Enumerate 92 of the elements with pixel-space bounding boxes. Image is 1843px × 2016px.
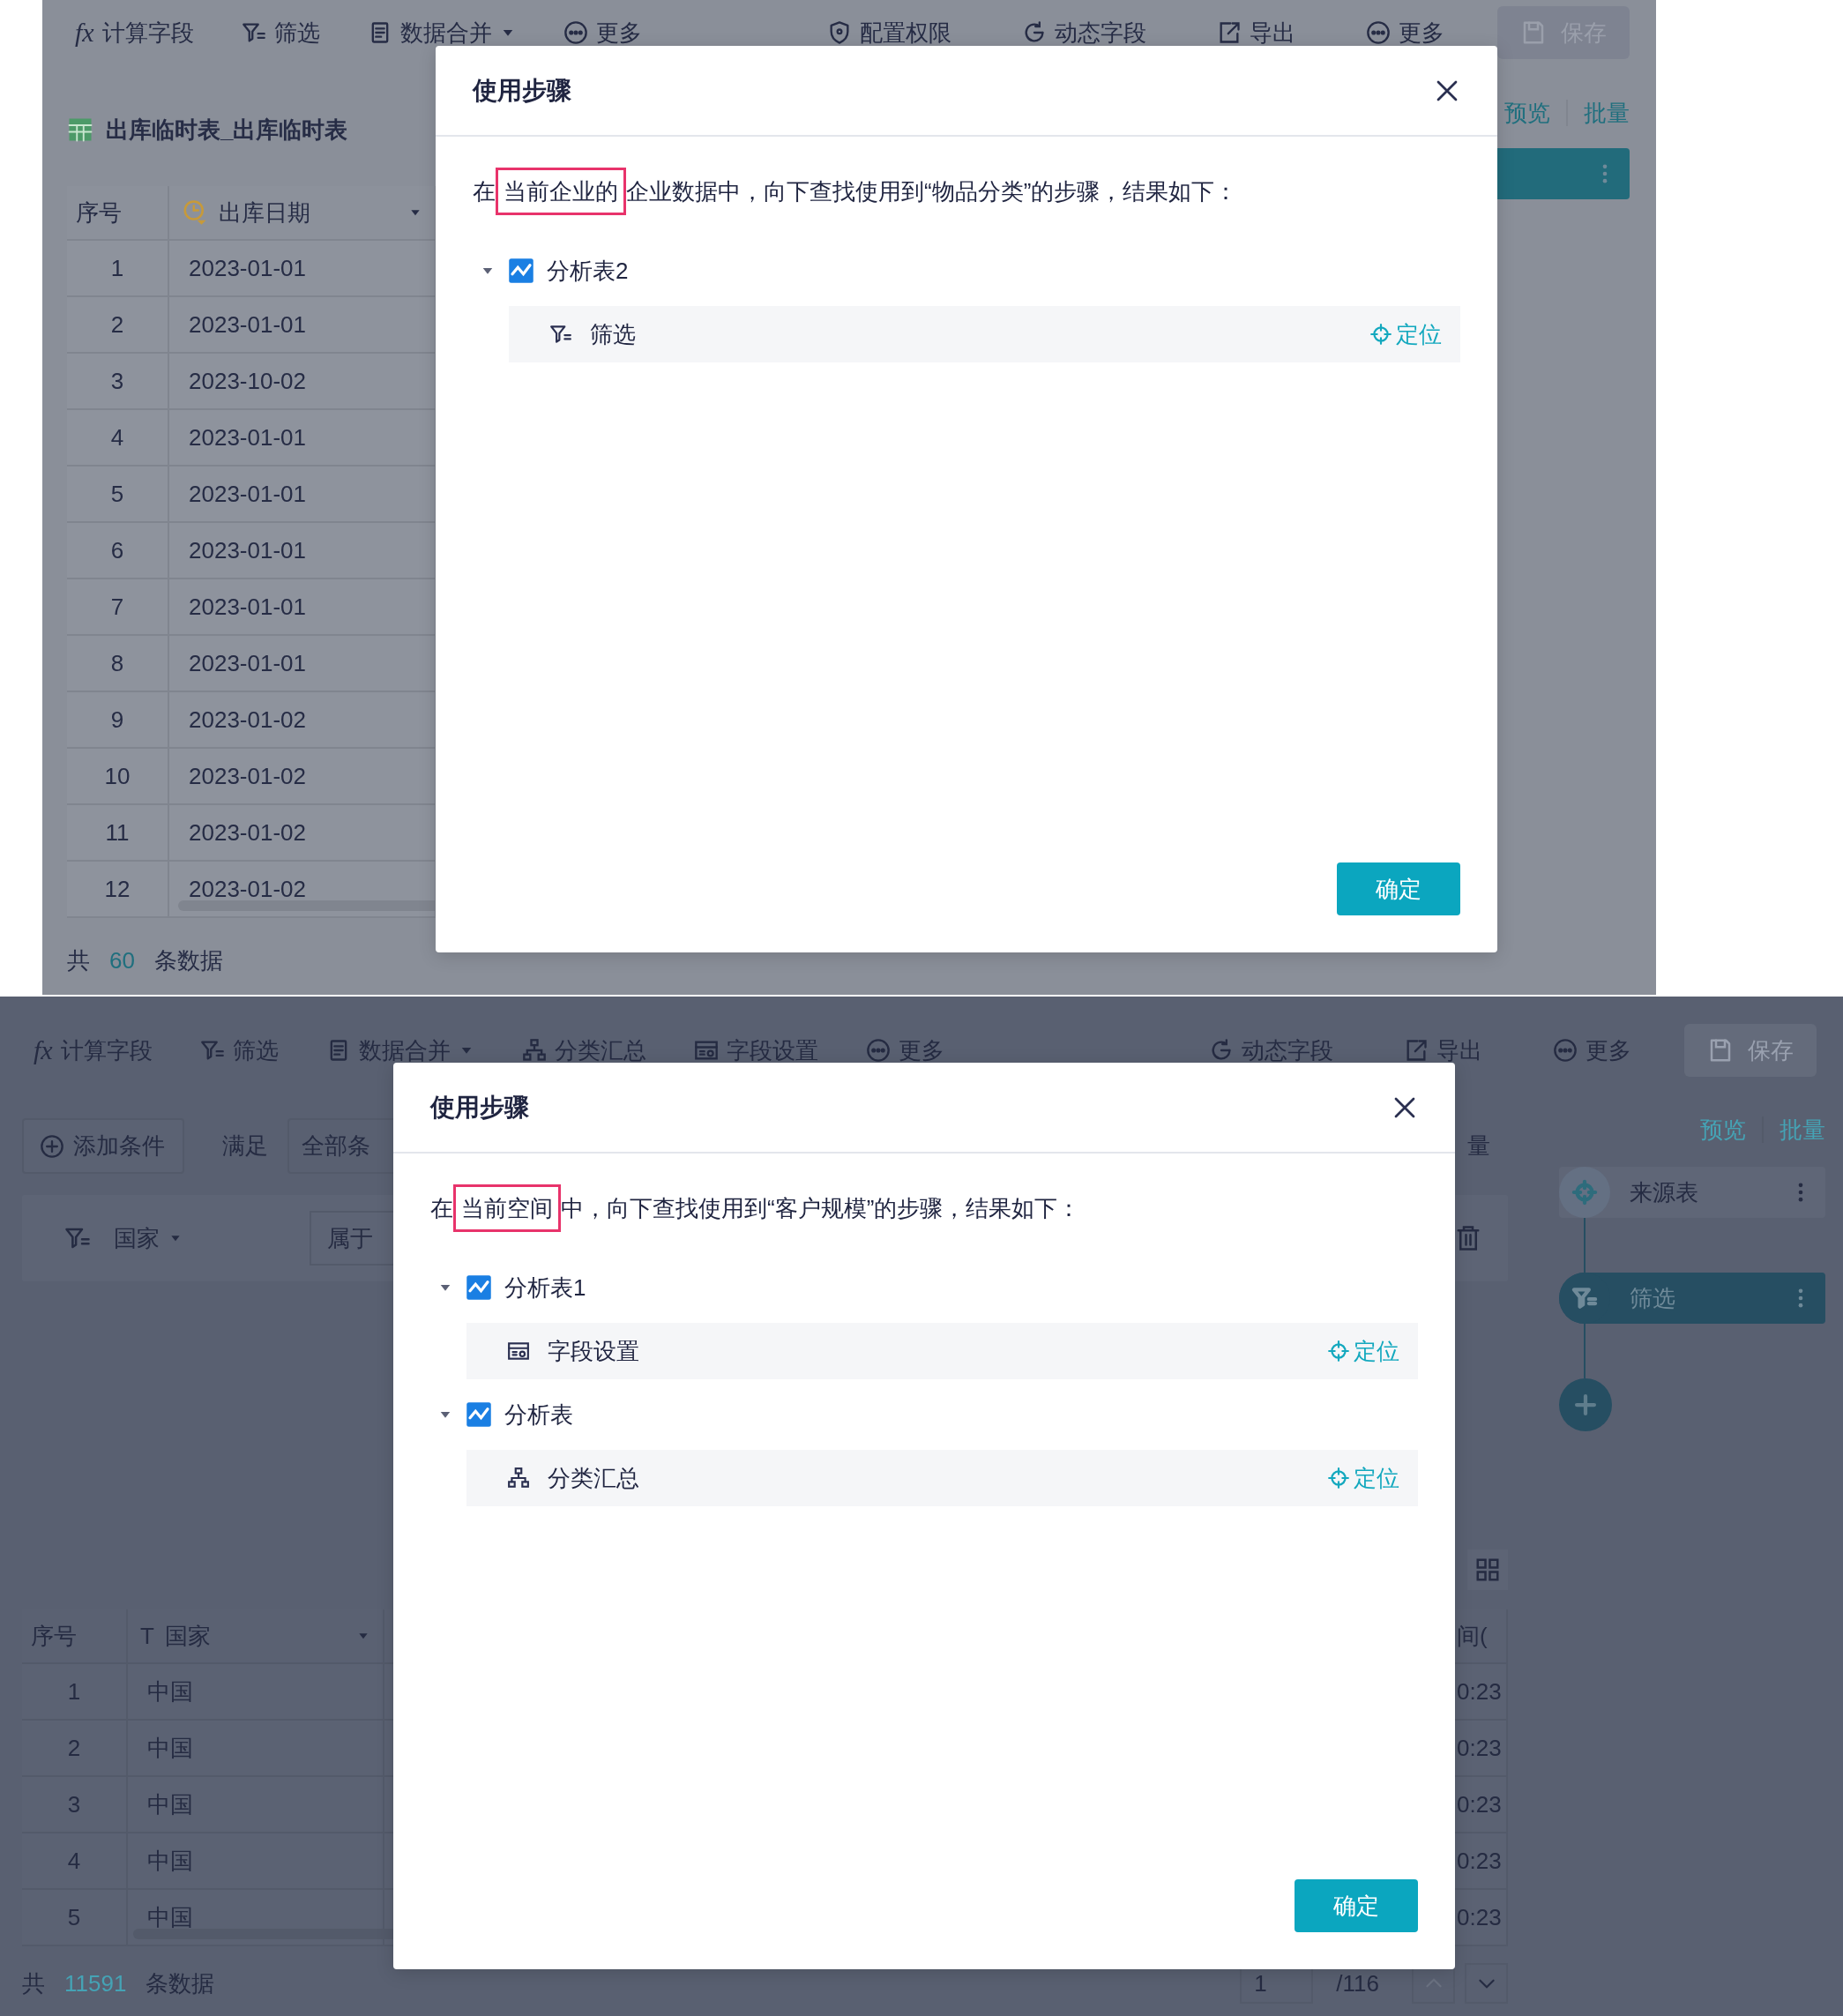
table-cell: 2023-01-02	[169, 692, 436, 749]
dialog-title: 使用步骤	[430, 1092, 529, 1123]
grid-icon	[1474, 1557, 1501, 1583]
chart-icon	[466, 1401, 492, 1428]
step-node[interactable]: 筛选	[1559, 1273, 1825, 1324]
column-label: 序号	[76, 198, 122, 228]
table-cell: 2023-01-02	[169, 749, 436, 805]
step-name: 分类汇总	[548, 1463, 639, 1493]
record-count: 11591	[64, 1969, 127, 1997]
next-page-button[interactable]	[1465, 1963, 1508, 2004]
table-cell: 10	[67, 749, 169, 805]
table-cell: 4	[67, 410, 169, 467]
column-label: 出库日期	[219, 198, 310, 228]
toolbar-button[interactable]: 导出	[1217, 17, 1295, 49]
record-count: 60	[109, 946, 135, 974]
dialog-title: 使用步骤	[473, 75, 571, 106]
clock-icon	[182, 199, 208, 226]
table-cell: 2023-01-01	[169, 579, 436, 636]
table-cell: 2023-01-01	[169, 410, 436, 467]
table-cell: 2023-10-02	[169, 354, 436, 410]
delete-icon[interactable]	[1455, 1225, 1481, 1251]
message-text: 在 当前空间 中，向下查找使用到“客户规模”的步骤，结果如下：	[430, 1194, 1082, 1223]
table-cell: 2023-01-02	[169, 805, 436, 862]
table-cell: 7	[67, 579, 169, 636]
table-cell: 11	[67, 805, 169, 862]
table-cell: 8	[67, 636, 169, 692]
add-icon	[40, 1133, 64, 1159]
table-cell: 3	[22, 1777, 128, 1833]
sidebar-link[interactable]: 预览	[1504, 97, 1550, 129]
table-cell: 1	[67, 241, 169, 297]
toolbar-button[interactable]: 筛选	[241, 17, 320, 49]
crosshair-icon	[1559, 1167, 1610, 1218]
table-cell: 6	[67, 523, 169, 579]
table-icon	[67, 116, 93, 143]
crosshair-icon	[1327, 1467, 1350, 1490]
table-cell: 2023-01-01	[169, 467, 436, 523]
locate-link[interactable]: 定位	[1369, 318, 1442, 350]
table-title: 出库临时表_出库临时表	[106, 115, 348, 145]
message-text: 在 当前企业的 企业数据中，向下查找使用到“物品分类”的步骤，结果如下：	[473, 177, 1239, 206]
more-icon	[563, 20, 588, 45]
footer-text: 共	[67, 945, 90, 975]
table-cell: 9	[67, 692, 169, 749]
connector-line	[1584, 1324, 1586, 1378]
result-name: 分析表1	[504, 1273, 586, 1303]
step-name: 字段设置	[548, 1336, 639, 1366]
toolbar-button[interactable]: fx 计算字段	[75, 17, 194, 49]
toolbar-button[interactable]: 更多	[563, 17, 642, 49]
form-icon	[507, 1340, 530, 1363]
more-icon	[865, 1038, 891, 1063]
connector-line	[1584, 1218, 1586, 1273]
footer-text: 条数据	[153, 945, 223, 975]
locate-link[interactable]: 定位	[1327, 1335, 1399, 1367]
result-row[interactable]: 分类汇总 定位	[466, 1450, 1418, 1506]
chart-icon	[466, 1274, 492, 1301]
more-icon	[1366, 20, 1391, 45]
sidebar-link[interactable]: 批量	[1780, 1114, 1825, 1146]
toolbar-button[interactable]: 更多	[1366, 17, 1444, 49]
field-dropdown[interactable]: 国家	[108, 1221, 188, 1255]
table-cell: 12	[67, 862, 169, 918]
table-cell: 5	[67, 467, 169, 523]
toolbar-button[interactable]: 数据合并	[367, 17, 516, 49]
add-step-button[interactable]	[1559, 1378, 1612, 1431]
sidebar-link[interactable]: 批量	[1584, 97, 1630, 129]
node-label: 筛选	[1630, 1283, 1676, 1313]
hierarchy-icon	[521, 1038, 547, 1063]
hierarchy-icon	[507, 1467, 530, 1490]
confirm-button[interactable]: 确定	[1337, 862, 1460, 915]
chart-icon	[508, 258, 534, 284]
result-row[interactable]: 筛选 定位	[509, 306, 1460, 362]
step-name: 筛选	[590, 319, 636, 349]
sidebar-link[interactable]: 预览	[1700, 1114, 1746, 1146]
result-name: 分析表	[504, 1400, 573, 1430]
more-icon	[1553, 1038, 1578, 1063]
table-cell: 2	[67, 297, 169, 354]
locate-link[interactable]: 定位	[1327, 1462, 1399, 1494]
grid-view-button[interactable]	[1467, 1549, 1508, 1590]
function-icon: fx	[75, 18, 94, 48]
table-cell: 2023-01-01	[169, 636, 436, 692]
toolbar-button[interactable]: 配置权限	[827, 17, 951, 49]
crosshair-icon	[1369, 323, 1392, 346]
filter-icon	[549, 323, 572, 346]
result-row[interactable]: 字段设置 定位	[466, 1323, 1418, 1379]
node-label: 来源表	[1630, 1177, 1699, 1207]
table-cell: 2023-01-01	[169, 297, 436, 354]
table-cell: 2023-01-01	[169, 523, 436, 579]
step-node[interactable]: 来源表	[1559, 1167, 1825, 1218]
crosshair-icon	[1327, 1340, 1350, 1363]
table-cell: 3	[67, 354, 169, 410]
confirm-button[interactable]: 确定	[1295, 1879, 1418, 1932]
table-cell: 2023-01-01	[169, 241, 436, 297]
result-name: 分析表2	[547, 256, 629, 286]
toolbar-button[interactable]: 动态字段	[1022, 17, 1146, 49]
